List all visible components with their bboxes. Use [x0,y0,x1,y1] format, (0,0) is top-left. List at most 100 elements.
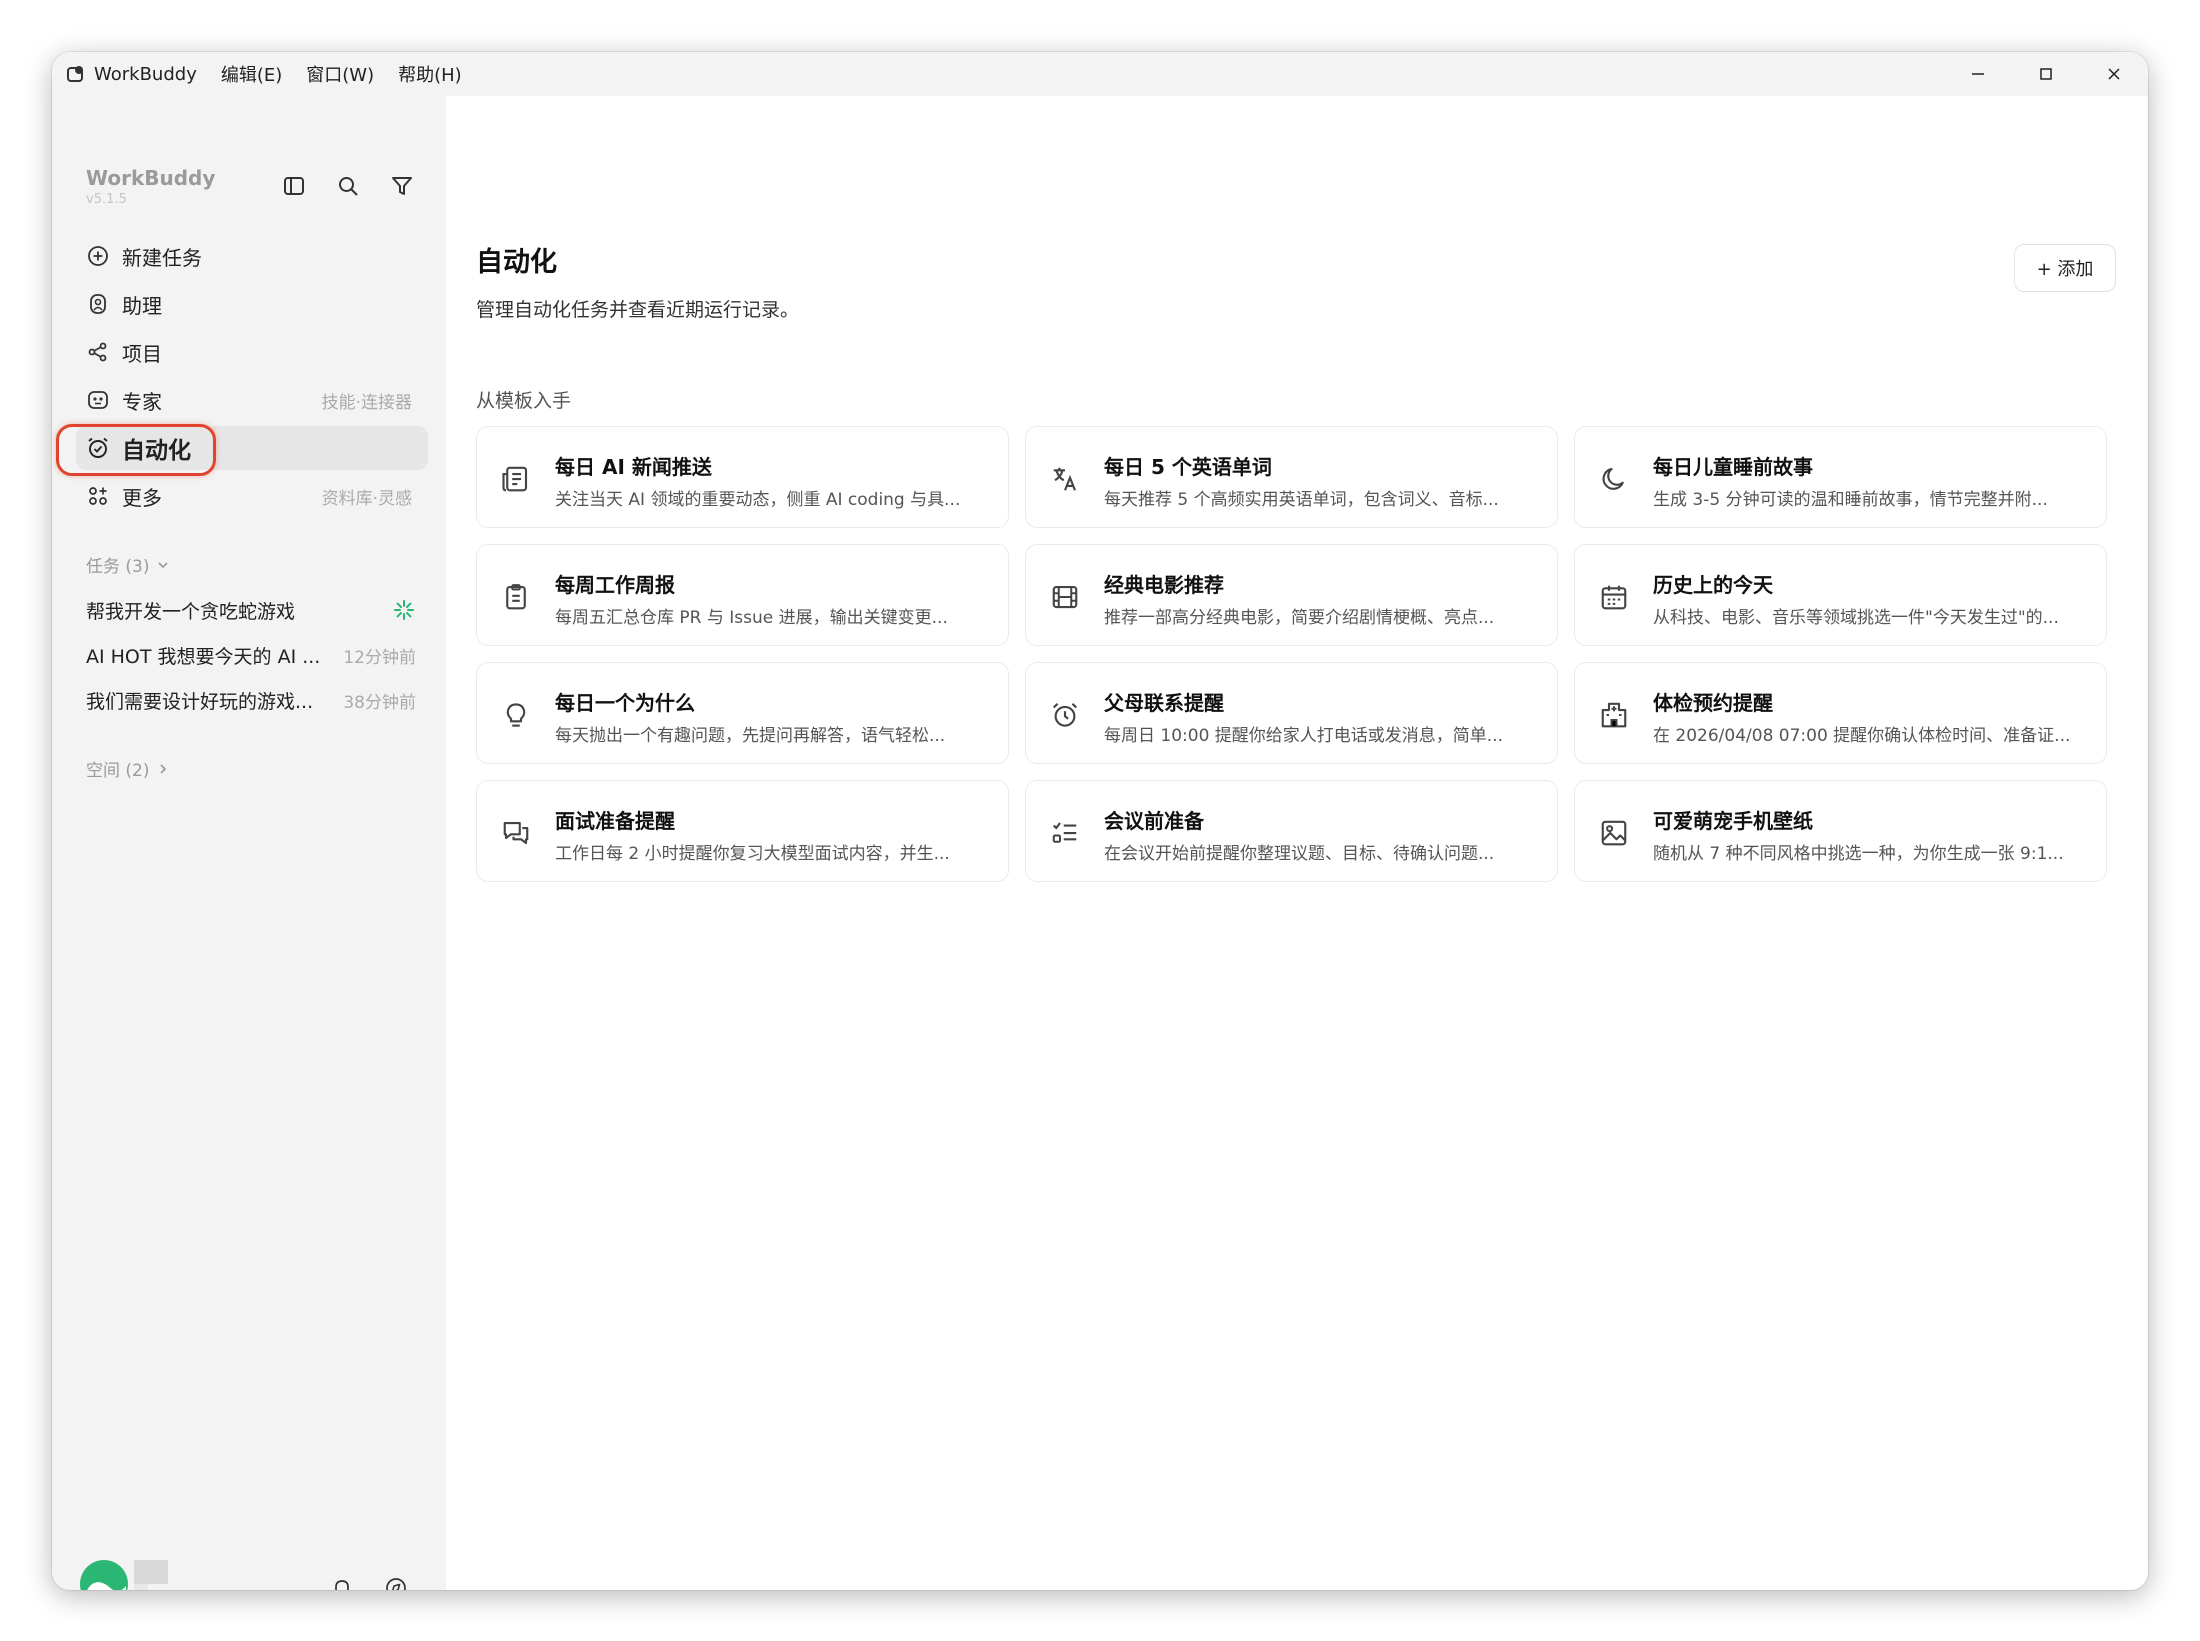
avatar [80,1560,168,1590]
page-title: 自动化 [476,247,557,278]
nav-more[interactable]: 更多 资料库·灵感 [76,474,428,518]
nav-projects[interactable]: 项目 [76,330,428,374]
app-window: WorkBuddy 编辑(E) 窗口(W) 帮助(H) WorkBuddy v5… [52,52,2148,1590]
menu-help[interactable]: 帮助(H) [398,61,462,87]
clipboard-icon [501,582,531,612]
template-title: 会议前准备 [1104,809,1204,833]
minimize-icon [1972,73,1984,75]
template-title: 每周工作周报 [555,573,675,597]
maximize-button[interactable] [2012,52,2080,96]
task-item[interactable]: 帮我开发一个贪吃蛇游戏 [86,592,416,628]
template-title: 每日 5 个英语单词 [1104,455,1272,479]
filter-button[interactable] [386,170,418,202]
template-card[interactable]: 体检预约提醒在 2026/04/08 07:00 提醒你确认体检时间、准备证..… [1574,662,2107,764]
nav-label: 助理 [122,293,162,318]
template-description: 随机从 7 种不同风格中挑选一种，为你生成一张 9:1... [1653,844,2064,864]
minimize-button[interactable] [1944,52,2012,96]
template-card[interactable]: 父母联系提醒 每周日 10:00 提醒你给家人打电话或发消息，简单... [1025,662,1558,764]
toggle-sidebar-button[interactable] [278,170,310,202]
checklist-icon [1050,818,1080,848]
user-avatar[interactable] [80,1556,184,1590]
spaces-section-toggle[interactable]: 空间 (2) [86,756,171,781]
bell-icon [335,1580,349,1590]
search-button[interactable] [332,170,364,202]
brand: WorkBuddy v5.1.5 [86,166,215,207]
nav-hint: 资料库·灵感 [321,488,412,509]
nav-new-task[interactable]: 新建任务 [76,234,428,278]
template-description: 每周五汇总仓库 PR 与 Issue 进展，输出关键变更... [555,608,948,628]
spaces-header: 空间 (2) [86,761,150,781]
template-description: 每天推荐 5 个高频实用英语单词，包含词义、音标... [1104,490,1499,510]
maximize-icon [2040,68,2052,80]
calendar-icon [1599,582,1629,612]
newspaper-icon [501,464,531,494]
chevron-right-icon [160,763,167,774]
app-logo-icon [67,66,83,82]
template-description: 每周日 10:00 提醒你给家人打电话或发消息，简单... [1104,726,1504,746]
hospital-icon [1599,700,1629,730]
tasks-header: 任务 (3) [86,557,150,577]
nav-assistant[interactable]: 助理 [76,282,428,326]
image-icon [1599,818,1629,848]
alarm-icon [1050,700,1080,730]
task-label: AI HOT 我想要今天的 AI ... [86,645,321,668]
expert-icon [86,388,110,412]
template-card[interactable]: 每日儿童睡前故事 生成 3-5 分钟可读的温和睡前故事，情节完整并附... [1574,426,2107,528]
add-button[interactable]: + 添加 [2014,244,2116,292]
nav-label: 项目 [122,341,162,366]
template-title: 经典电影推荐 [1104,573,1224,597]
template-description: 关注当天 AI 领域的重要动态，侧重 AI coding 与具... [555,490,961,510]
template-description: 在 2026/04/08 07:00 提醒你确认体检时间、准备证... [1653,726,2071,746]
chat-bubbles-icon [501,818,531,848]
template-card[interactable]: 每日 AI 新闻推送 关注当天 AI 领域的重要动态，侧重 AI coding 与… [476,426,1009,528]
moon-icon [1599,464,1629,494]
template-card[interactable]: 经典电影推荐推荐一部高分经典电影，简要介绍剧情梗概、亮点... [1025,544,1558,646]
template-description: 每天抛出一个有趣问题，先提问再解答，语气轻松... [555,726,946,746]
highlight-annotation [56,424,216,476]
template-card[interactable]: 每日 5 个英语单词每天推荐 5 个高频实用英语单词，包含词义、音标... [1025,426,1558,528]
more-apps-icon [86,484,110,508]
brand-name: WorkBuddy [86,166,216,190]
template-title: 面试准备提醒 [555,809,675,833]
task-label: 帮我开发一个贪吃蛇游戏 [86,600,296,623]
page-subtitle: 管理自动化任务并查看近期运行记录。 [476,299,800,321]
template-title: 体检预约提醒 [1653,691,1773,715]
translate-icon [1050,464,1080,494]
menu-edit[interactable]: 编辑(E) [221,61,282,87]
sidebar-toggle-icon [284,177,304,195]
template-card[interactable]: 每周工作周报每周五汇总仓库 PR 与 Issue 进展，输出关键变更... [476,544,1009,646]
nav-hint: 技能·连接器 [321,392,412,413]
nav-experts[interactable]: 专家 技能·连接器 [76,378,428,422]
template-title: 可爱萌宠手机壁纸 [1653,809,1813,833]
template-description: 工作日每 2 小时提醒你复习大模型面试内容，并生... [555,844,950,864]
settings-button[interactable] [380,1572,412,1590]
task-item[interactable]: AI HOT 我想要今天的 AI ... 12分钟前 [86,637,416,673]
search-icon [339,177,358,196]
notifications-button[interactable] [326,1572,358,1590]
template-title: 每日儿童睡前故事 [1653,455,1813,479]
template-card[interactable]: 可爱萌宠手机壁纸随机从 7 种不同风格中挑选一种，为你生成一张 9:1... [1574,780,2107,882]
compass-icon [386,1578,406,1590]
template-description: 推荐一部高分经典电影，简要介绍剧情梗概、亮点... [1104,608,1495,628]
template-title: 每日一个为什么 [555,691,695,715]
plus-circle-icon [86,244,110,268]
template-description: 在会议开始前提醒你整理议题、目标、待确认问题... [1104,844,1495,864]
tasks-section-toggle[interactable]: 任务 (3) [86,552,171,577]
project-icon [86,340,110,364]
templates-header: 从模板入手 [476,390,572,412]
menu-window[interactable]: 窗口(W) [306,61,374,87]
template-card[interactable]: 会议前准备在会议开始前提醒你整理议题、目标、待确认问题... [1025,780,1558,882]
task-label: 我们需要设计好玩的游戏... [86,690,314,713]
title-bar: WorkBuddy 编辑(E) 窗口(W) 帮助(H) [52,52,2148,96]
template-card[interactable]: 历史上的今天 从科技、电影、音乐等领域挑选一件"今天发生过"的... [1574,544,2107,646]
task-time: 38分钟前 [343,692,416,713]
chevron-down-icon [158,561,169,568]
close-button[interactable] [2080,52,2148,96]
template-card[interactable]: 面试准备提醒工作日每 2 小时提醒你复习大模型面试内容，并生... [476,780,1009,882]
template-card[interactable]: 每日一个为什么每天抛出一个有趣问题，先提问再解答，语气轻松... [476,662,1009,764]
main-content: 自动化 管理自动化任务并查看近期运行记录。 + 添加 从模板入手 每日 AI 新… [446,96,2148,1590]
lightbulb-icon [501,700,531,730]
window-title: WorkBuddy [94,63,197,85]
nav-label: 专家 [122,389,162,414]
task-item[interactable]: 我们需要设计好玩的游戏... 38分钟前 [86,682,416,718]
